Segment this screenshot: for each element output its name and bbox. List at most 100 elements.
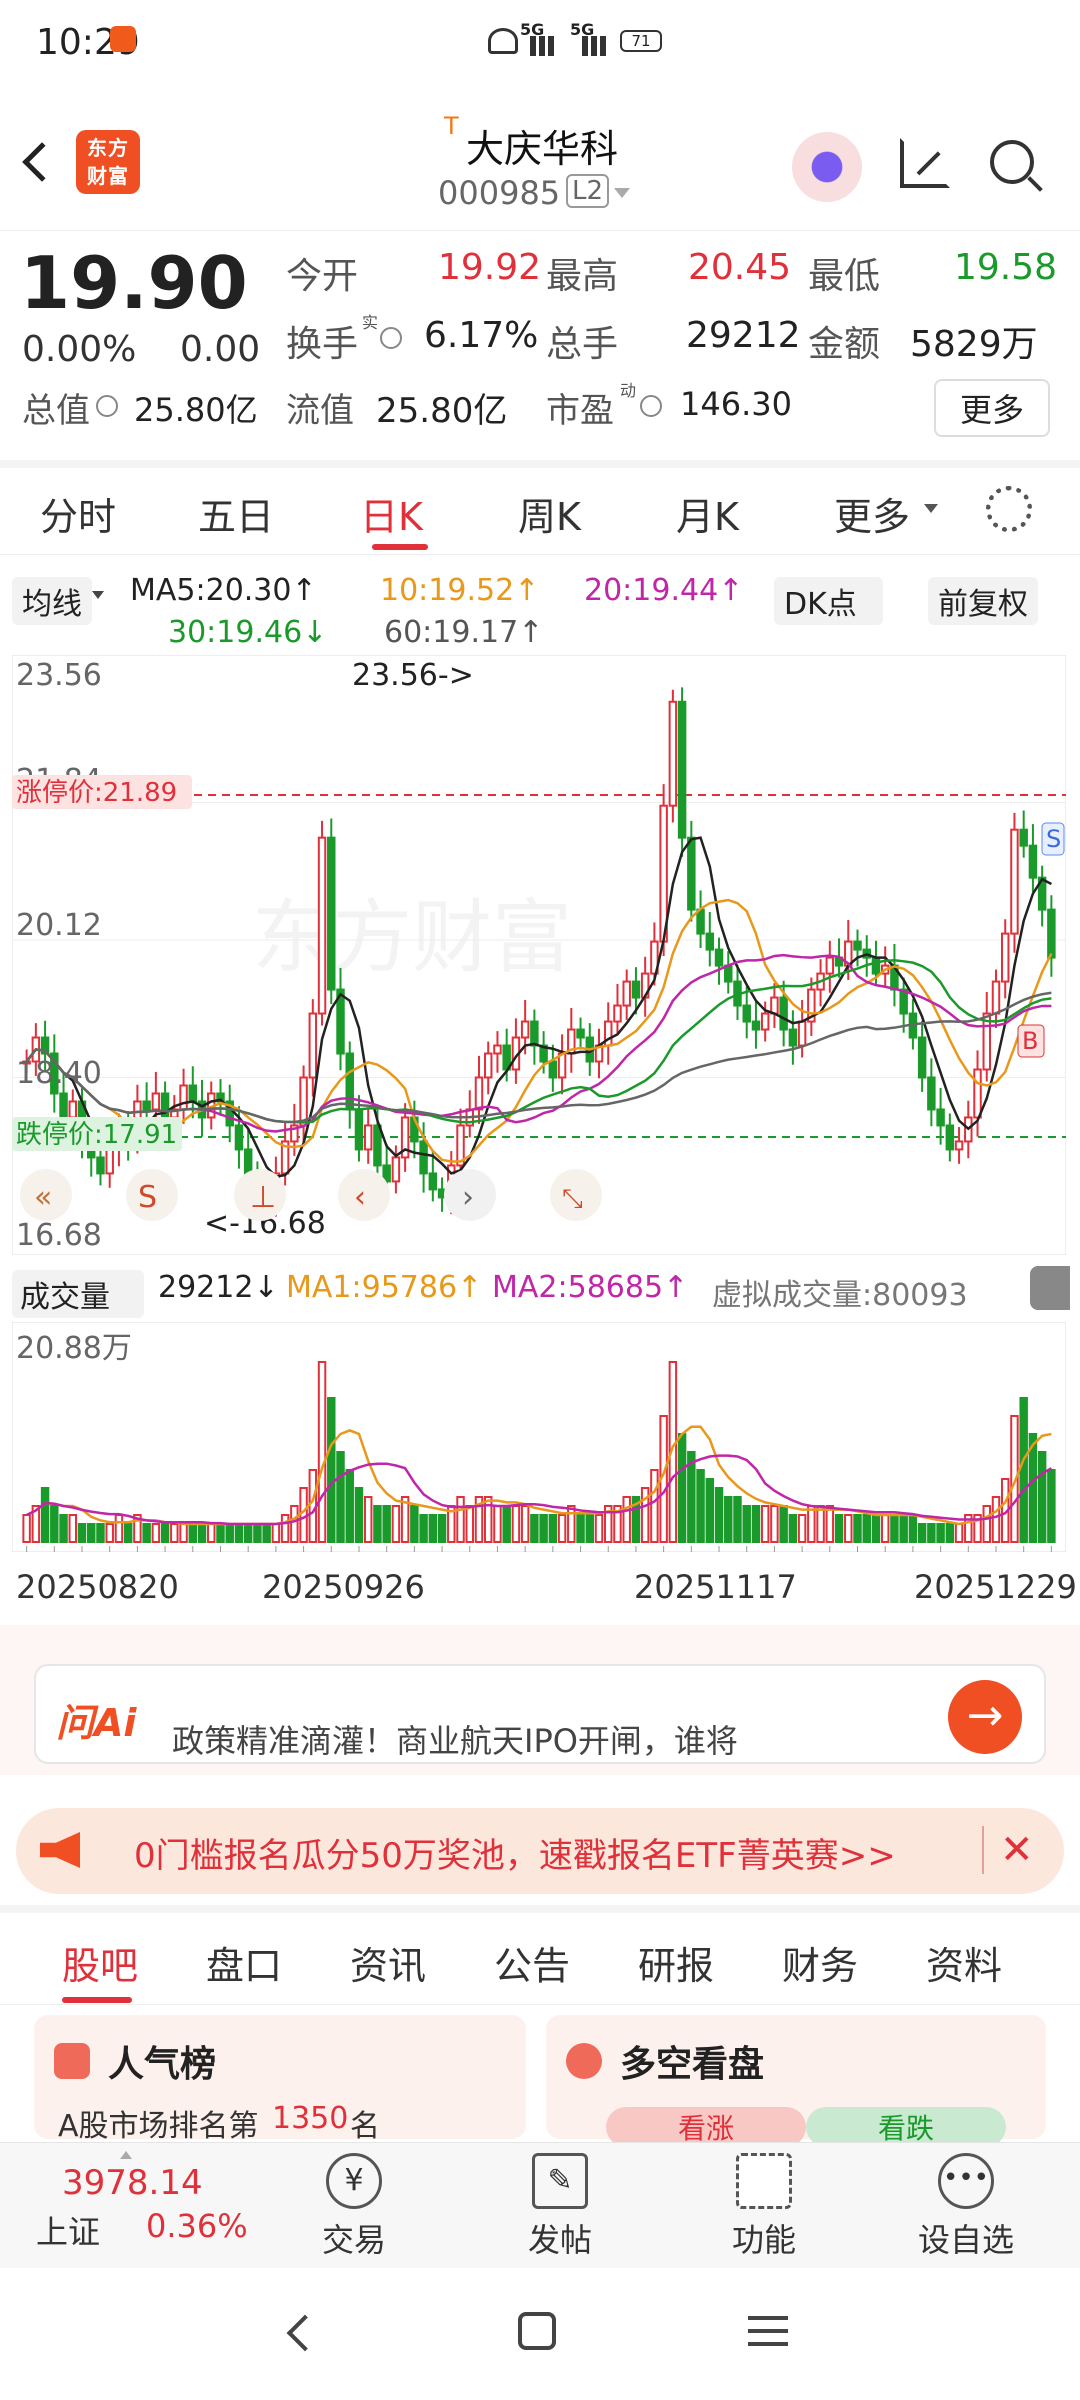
tab-monthly-k[interactable]: 月K bbox=[676, 486, 739, 541]
tab-profile[interactable]: 资料 bbox=[926, 1935, 1002, 1990]
candle-body bbox=[493, 1044, 502, 1055]
close-icon[interactable]: ✕ bbox=[982, 1826, 1034, 1874]
index-up-arrow-icon bbox=[120, 2151, 132, 2159]
grid-icon bbox=[736, 2153, 792, 2209]
volume-bar bbox=[262, 1523, 271, 1543]
y-axis-4: 18.40 bbox=[16, 1056, 102, 1091]
rank-number: 1350 bbox=[272, 2101, 349, 2136]
volume-bar bbox=[807, 1505, 816, 1543]
volume-bar bbox=[917, 1523, 927, 1543]
date-tick-4: 20251229 bbox=[914, 1568, 1077, 1606]
mktcap-value: 25.80亿 bbox=[134, 391, 258, 429]
rank-prefix: A股市场排名第 bbox=[58, 2109, 259, 2144]
tab-research[interactable]: 研报 bbox=[638, 1935, 714, 1990]
volume-bar bbox=[96, 1523, 105, 1543]
volume-bar bbox=[927, 1523, 936, 1543]
back-icon[interactable] bbox=[22, 142, 62, 182]
change-value: 0.00 bbox=[180, 329, 261, 370]
tab-more-caret-icon bbox=[924, 504, 938, 513]
candle-body bbox=[1019, 828, 1028, 847]
sell-marker: S bbox=[1046, 825, 1061, 853]
volume-bar bbox=[760, 1505, 770, 1543]
volume-bar bbox=[567, 1505, 576, 1543]
bearish-button[interactable]: 看跌 bbox=[806, 2107, 1006, 2147]
dk-point-button[interactable]: DK点 bbox=[774, 577, 883, 625]
info-icon-3[interactable] bbox=[640, 395, 662, 417]
volume-bar bbox=[317, 1361, 327, 1543]
function-button[interactable]: 功能 bbox=[704, 2153, 824, 2261]
tab-announcement[interactable]: 公告 bbox=[494, 1935, 570, 1990]
vol-ma1: MA1:95786↑ bbox=[286, 1270, 483, 1305]
nav-home-icon[interactable] bbox=[518, 2312, 556, 2350]
tab-finance[interactable]: 财务 bbox=[782, 1935, 858, 1990]
trade-button[interactable]: ¥ 交易 bbox=[294, 2153, 414, 2261]
quote-panel: 19.90 0.00% 0.00 今开 19.92 最高 20.45 最低 19… bbox=[0, 230, 1080, 455]
ma60-value: 60:19.17↑ bbox=[384, 615, 544, 650]
mute-icon bbox=[488, 28, 518, 54]
assistant-avatar-icon[interactable] bbox=[792, 132, 862, 202]
add-watchlist-button[interactable]: ••• 设自选 bbox=[906, 2153, 1026, 2261]
popularity-card[interactable]: 人气榜 A股市场排名第 1350 名 bbox=[34, 2015, 526, 2144]
volume-bar bbox=[207, 1523, 216, 1543]
ai-assistant[interactable]: 问Ai 政策精准滴灌！商业航天IPO开闸，谁将 → bbox=[34, 1664, 1046, 1764]
candle-body bbox=[797, 1020, 807, 1047]
volume-bar bbox=[290, 1505, 299, 1543]
status-bar: 10:29 5G 5G 71 bbox=[0, 0, 1080, 110]
bullish-button[interactable]: 看涨 bbox=[606, 2107, 806, 2147]
tab-minute[interactable]: 分时 bbox=[40, 486, 116, 541]
candle-body bbox=[991, 980, 1001, 1015]
community-tabs: 股吧 盘口 资讯 公告 研报 财务 资料 bbox=[0, 1905, 1080, 2005]
volume-bar bbox=[373, 1505, 382, 1543]
tab-more[interactable]: 更多 bbox=[834, 486, 910, 541]
tab-weekly-k[interactable]: 周K bbox=[518, 486, 581, 541]
candle-body bbox=[751, 1020, 761, 1031]
info-icon[interactable] bbox=[380, 327, 402, 349]
volume-legend: 成交量 29212↓ MA1:95786↑ MA2:58685↑ 虚拟成交量:8… bbox=[0, 1262, 1080, 1322]
volume-selector[interactable]: 成交量 bbox=[12, 1270, 144, 1318]
tab-daily-k[interactable]: 日K bbox=[360, 486, 423, 541]
tab-news[interactable]: 资讯 bbox=[350, 1935, 426, 1990]
candle-body bbox=[1028, 844, 1038, 879]
info-icon-2[interactable] bbox=[96, 395, 118, 417]
tab-guba[interactable]: 股吧 bbox=[62, 1935, 138, 1990]
candle-body bbox=[677, 700, 687, 839]
signal-icon-1 bbox=[530, 36, 560, 56]
tab-five-day[interactable]: 五日 bbox=[198, 486, 274, 541]
volume-bar bbox=[327, 1397, 336, 1543]
tab-pankou[interactable]: 盘口 bbox=[206, 1935, 282, 1990]
volume-bar bbox=[179, 1523, 188, 1543]
volume-bar bbox=[336, 1451, 345, 1543]
kline-chart[interactable]: 东方财富 23.56 21.84 20.12 18.40 16.68 涨停价:2… bbox=[12, 655, 1066, 1255]
volume-bar bbox=[382, 1505, 391, 1543]
trade-label: 交易 bbox=[321, 2221, 386, 2259]
candle-body bbox=[345, 1052, 354, 1111]
amount-label: 金额 bbox=[808, 324, 881, 365]
volume-bar bbox=[576, 1514, 585, 1543]
ai-go-button[interactable]: → bbox=[948, 1680, 1022, 1754]
longshort-card[interactable]: 多空看盘 看涨 看跌 bbox=[546, 2015, 1046, 2147]
volume-chart: 20.88万 bbox=[12, 1322, 1066, 1552]
candle-body bbox=[631, 980, 641, 999]
candle-body bbox=[327, 836, 336, 991]
volume-bar bbox=[123, 1523, 133, 1543]
open-value: 19.92 bbox=[438, 247, 542, 288]
settings-gear-icon[interactable] bbox=[986, 486, 1032, 532]
dropdown-icon[interactable] bbox=[614, 188, 630, 198]
collapse-icon[interactable] bbox=[1030, 1266, 1070, 1310]
nav-back-icon[interactable] bbox=[286, 2314, 324, 2352]
more-button[interactable]: 更多 bbox=[934, 379, 1051, 437]
volume-bar bbox=[779, 1505, 788, 1543]
candle-body bbox=[917, 1036, 927, 1079]
open-label: 今开 bbox=[286, 256, 359, 297]
volume-bar bbox=[151, 1523, 161, 1543]
promo-banner[interactable]: 0门槛报名瓜分50万奖池，速戳报名ETF菁英赛>> ✕ bbox=[16, 1808, 1064, 1894]
adjust-button[interactable]: 前复权 bbox=[928, 577, 1038, 625]
ma-selector[interactable]: 均线 bbox=[12, 577, 92, 625]
candle-body bbox=[1000, 932, 1010, 983]
post-button[interactable]: ✎ 发帖 bbox=[500, 2153, 620, 2261]
date-tick-3: 20251117 bbox=[634, 1568, 797, 1606]
volume-y-top: 20.88万 bbox=[16, 1331, 132, 1366]
volume-bar bbox=[871, 1514, 881, 1543]
candle-body bbox=[936, 1108, 945, 1127]
float-value: 25.80亿 bbox=[376, 391, 508, 431]
